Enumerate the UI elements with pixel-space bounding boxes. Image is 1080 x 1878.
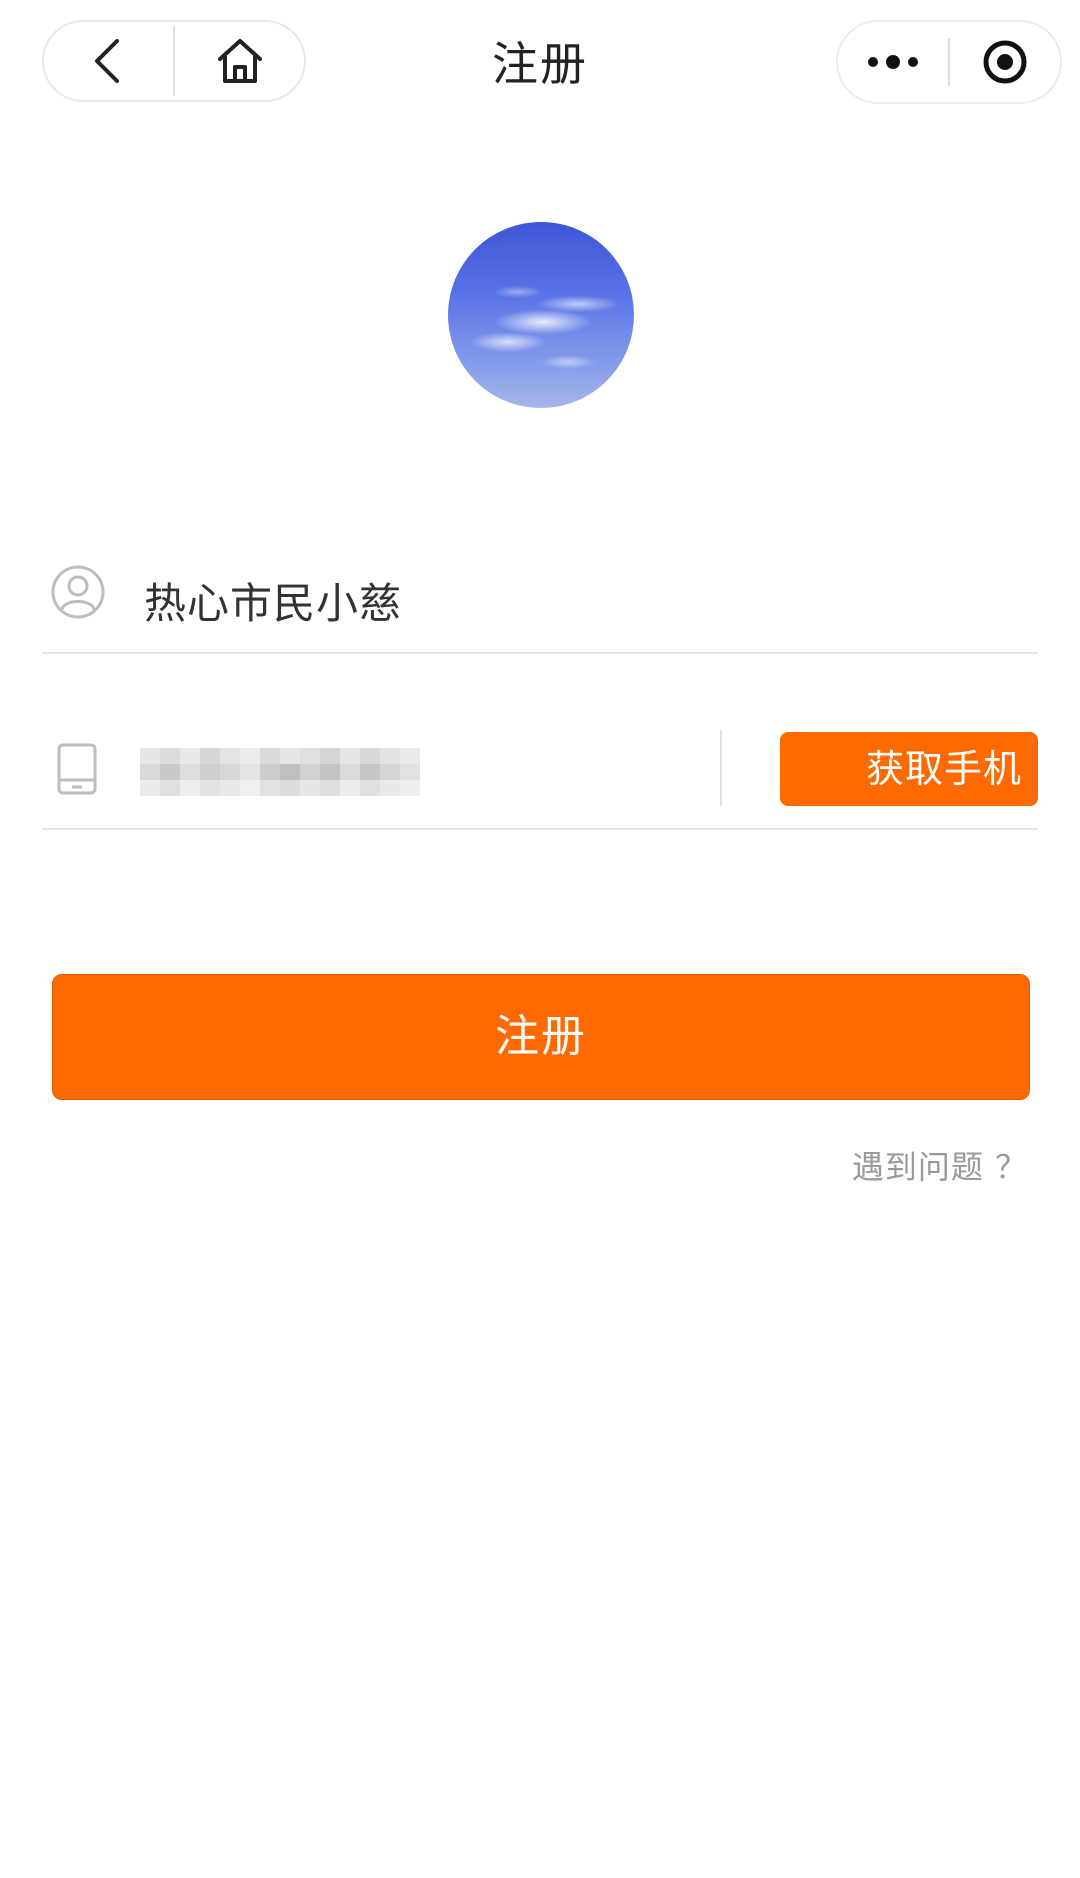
nickname-row: 热心市民小慈 [42,540,1038,654]
field-divider [720,730,722,806]
nickname-field[interactable]: 热心市民小慈 [144,570,402,631]
close-miniprogram-button[interactable] [950,22,1060,102]
phone-number-field[interactable] [140,748,420,796]
help-link[interactable]: 遇到问题 ？ [852,1142,1028,1188]
avatar[interactable] [448,222,634,408]
user-circle-icon [51,565,105,619]
register-button[interactable]: 注册 [52,974,1030,1100]
get-phone-button[interactable]: 获取手机 [780,732,1038,806]
navigation-bar: 注册 [0,0,1080,130]
more-dots-icon [868,55,918,69]
phone-icon [57,743,97,795]
nav-capsule-right [836,20,1062,104]
phone-row: 获取手机 [42,712,1038,830]
more-button[interactable] [838,22,948,102]
target-icon [983,40,1027,84]
